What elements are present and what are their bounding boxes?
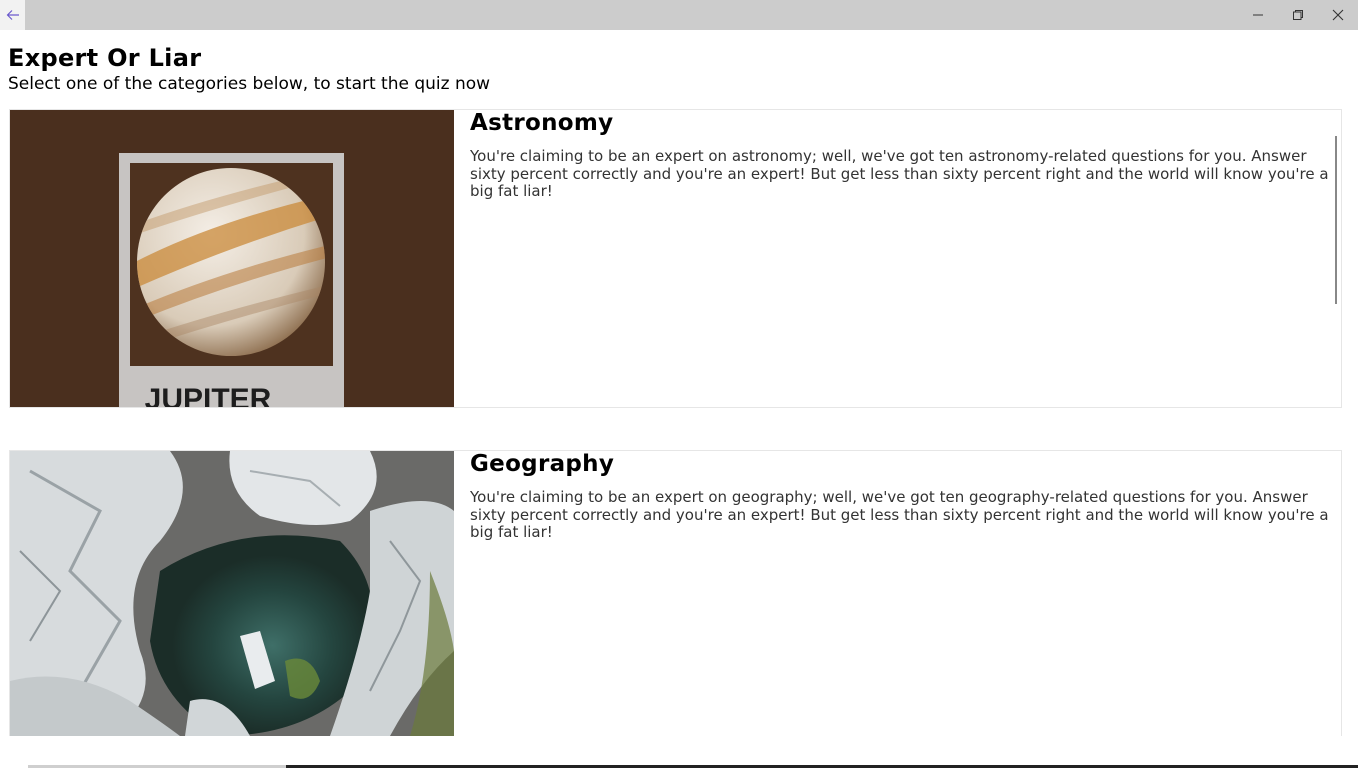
minimize-icon	[1252, 6, 1264, 25]
minimize-button[interactable]	[1238, 0, 1278, 30]
geography-image	[10, 451, 454, 736]
category-title-astronomy: Astronomy	[470, 110, 614, 136]
maximize-button[interactable]	[1278, 0, 1318, 30]
vertical-scrollbar[interactable]	[1335, 136, 1337, 304]
category-card-geography[interactable]: Geography You're claiming to be an exper…	[9, 450, 1342, 736]
restore-icon	[1292, 6, 1304, 25]
close-icon	[1332, 6, 1344, 25]
category-title-geography: Geography	[470, 451, 615, 477]
title-bar	[0, 0, 1358, 30]
jupiter-caption: JUPITER	[145, 383, 272, 407]
page-title: Expert Or Liar	[8, 44, 202, 72]
category-description-geography: You're claiming to be an expert on geogr…	[470, 488, 1329, 541]
category-card-astronomy[interactable]: JUPITER Astronomy You're claiming to be …	[9, 109, 1342, 408]
page-subtitle: Select one of the categories below, to s…	[8, 74, 491, 94]
astronomy-image: JUPITER	[10, 110, 454, 407]
category-description-astronomy: You're claiming to be an expert on astro…	[470, 147, 1329, 200]
arrow-left-icon	[6, 6, 20, 25]
close-button[interactable]	[1318, 0, 1358, 30]
back-button[interactable]	[0, 0, 25, 30]
